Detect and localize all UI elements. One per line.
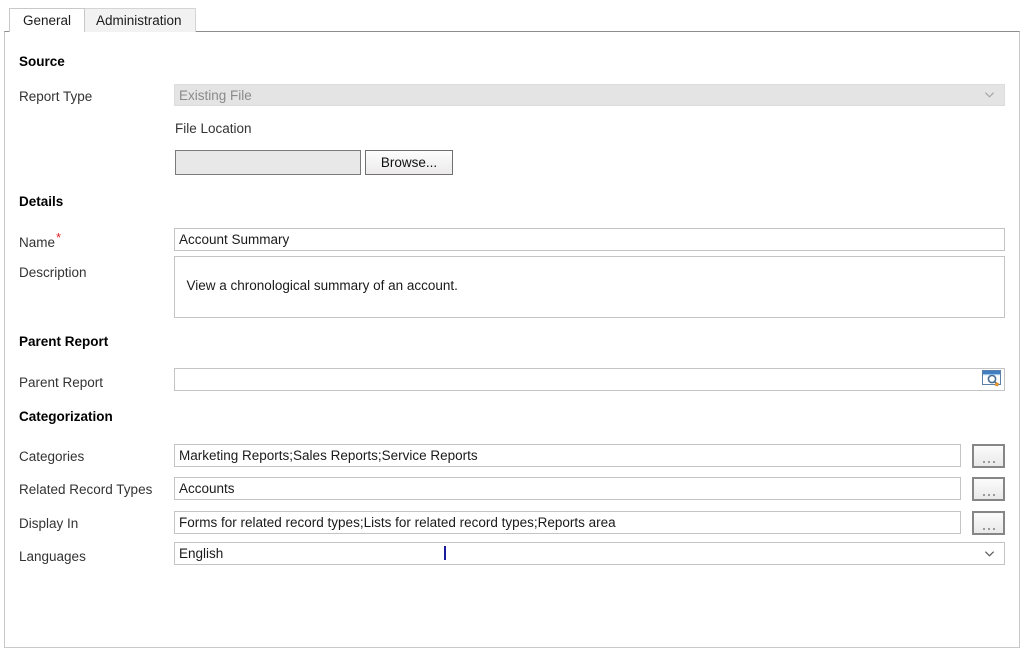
ellipsis-icon [982,528,995,530]
description-textarea[interactable]: View a chronological summary of an accou… [174,256,1005,318]
display-in-input[interactable]: Forms for related record types;Lists for… [174,511,961,534]
label-name: Name* [19,231,61,251]
section-heading-source: Source [19,54,65,69]
ellipsis-icon [982,461,995,463]
section-heading-categorization: Categorization [19,409,113,424]
related-record-types-value: Accounts [179,481,235,496]
name-value: Account Summary [179,232,290,247]
label-categories: Categories [19,449,85,464]
tab-strip: General Administration [0,0,1024,32]
related-record-types-input[interactable]: Accounts [174,477,961,500]
label-parent-report: Parent Report [19,375,104,390]
categories-value: Marketing Reports;Sales Reports;Service … [179,448,478,463]
report-type-select[interactable]: Existing File [174,84,1005,106]
label-related-record-types: Related Record Types [19,482,153,497]
tab-panel-notch [10,31,81,33]
languages-select[interactable]: English [174,542,1005,565]
label-name-text: Name [19,235,56,250]
categories-picker-button[interactable] [972,444,1005,468]
label-description: Description [19,265,87,280]
browse-button[interactable]: Browse... [365,150,453,175]
label-languages: Languages [19,549,86,564]
required-asterisk: * [56,229,62,245]
display-in-picker-button[interactable] [972,511,1005,535]
tab-administration-label: Administration [96,13,182,28]
tab-general[interactable]: General [9,8,86,32]
report-type-value: Existing File [179,87,252,103]
tab-general-label: General [23,13,72,28]
chevron-down-icon [984,550,995,557]
name-input[interactable]: Account Summary [174,228,1005,251]
description-value: View a chronological summary of an accou… [186,278,458,293]
parent-report-lookup-button[interactable] [981,368,1003,390]
display-in-value: Forms for related record types;Lists for… [179,515,616,530]
ellipsis-icon [982,494,995,496]
browse-button-label: Browse... [380,155,438,170]
label-file-location: File Location [175,121,252,136]
languages-value: English [179,546,224,561]
file-location-input[interactable] [175,150,361,175]
lookup-magnifier-icon [982,370,1001,387]
label-report-type: Report Type [19,89,93,104]
related-record-types-picker-button[interactable] [972,477,1005,501]
categories-input[interactable]: Marketing Reports;Sales Reports;Service … [174,444,961,467]
label-display-in: Display In [19,516,79,531]
parent-report-input[interactable] [174,368,1005,391]
tab-administration[interactable]: Administration [82,8,196,32]
section-heading-details: Details [19,194,64,209]
chevron-down-icon [984,92,995,98]
section-heading-parent-report: Parent Report [19,334,109,349]
